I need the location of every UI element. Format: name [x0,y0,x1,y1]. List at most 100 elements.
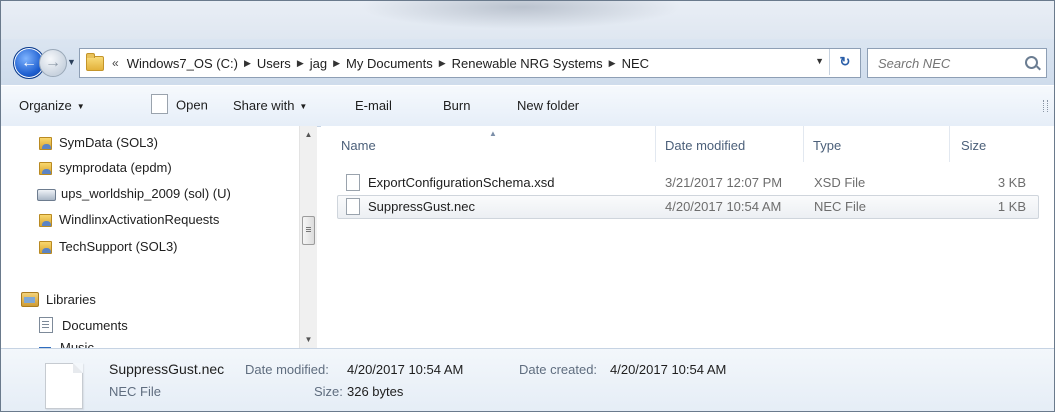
title-bar [1,1,1054,39]
nav-item-label: Documents [62,317,128,333]
new-folder-label: New folder [517,98,580,113]
details-pane: SuppressGust.nec NEC File Date modified:… [1,348,1054,411]
forward-arrow-icon: → [45,54,61,71]
scroll-down-icon[interactable]: ▼ [300,331,317,348]
nav-item-symdata[interactable]: SymData (SOL3) [39,132,158,152]
hidden-crumbs-icon[interactable]: « [108,56,123,70]
address-row: ← → ▼ « Windows7_OS (C:) ▶ Users ▶ jag ▶… [1,39,1054,85]
open-label: Open [176,97,208,113]
file-type: XSD File [814,175,866,190]
nav-item-label: WindlinxActivationRequests [59,211,220,227]
file-size: 3 KB [997,175,1026,190]
burn-label: Burn [443,98,471,113]
file-date: 3/21/2017 12:07 PM [665,175,783,190]
crumb-jag[interactable]: jag [306,56,331,71]
email-label: E-mail [355,98,392,113]
file-thumbnail-icon [45,363,83,409]
nav-item-label: symprodata (epdm) [59,159,172,175]
shared-folder-icon [39,160,52,175]
share-with-button[interactable]: Share with ▼ [233,98,307,113]
breadcrumb: « Windows7_OS (C:) ▶ Users ▶ jag ▶ My Do… [108,56,653,71]
network-drive-icon [37,189,56,201]
file-date: 4/20/2017 10:54 AM [665,199,782,214]
file-row-exportconfigurationschema[interactable]: ExportConfigurationSchema.xsd 3/21/2017 … [337,171,1039,195]
column-header-type[interactable]: Type [813,138,841,153]
search-input[interactable] [876,50,1020,76]
scroll-thumb[interactable] [302,216,315,245]
file-name: ExportConfigurationSchema.xsd [368,175,555,190]
file-icon [346,198,360,215]
nav-item-libraries[interactable]: Libraries [21,289,96,309]
search-icon[interactable] [1025,56,1038,69]
nav-item-windlinx[interactable]: WindlinxActivationRequests [39,209,219,229]
open-button[interactable]: Open [151,94,208,116]
forward-button[interactable]: → [39,49,67,77]
folder-icon [86,52,104,71]
crumb-drive[interactable]: Windows7_OS (C:) [123,56,242,71]
crumb-renewable-nrg[interactable]: Renewable NRG Systems [448,56,607,71]
nav-scrollbar[interactable]: ▲ ▼ [299,126,317,348]
crumb-users[interactable]: Users [253,56,295,71]
sort-ascending-icon: ▲ [489,129,497,138]
explorer-window: ← → ▼ « Windows7_OS (C:) ▶ Users ▶ jag ▶… [0,0,1055,412]
details-file-type: NEC File [109,384,162,399]
search-box[interactable] [867,48,1047,78]
file-icon [346,174,360,191]
shared-folder-icon [39,135,52,150]
column-header-date-modified[interactable]: Date modified [665,138,745,153]
file-name: SuppressGust.nec [368,199,475,214]
command-bar: Organize ▼ Open Share with ▼ E-mail Burn N… [1,85,1054,127]
file-type: NEC File [814,199,867,214]
file-size: 1 KB [997,199,1026,214]
file-row-suppressgust[interactable]: SuppressGust.nec 4/20/2017 10:54 AM NEC … [337,195,1039,219]
nav-item-techsupport[interactable]: TechSupport (SOL3) [39,236,178,256]
documents-icon [39,317,53,333]
nav-item-label: TechSupport (SOL3) [59,238,178,254]
new-folder-button[interactable]: New folder [517,98,579,113]
libraries-icon [21,291,39,307]
share-with-label: Share with [233,98,295,113]
details-date-modified-label: Date modified: [245,362,329,377]
details-size-value: 326 bytes [347,384,404,399]
burn-button[interactable]: Burn [443,98,470,113]
scroll-up-icon[interactable]: ▲ [300,126,317,143]
refresh-button[interactable]: ↻ [829,49,860,75]
crumb-separator-icon[interactable]: ▶ [607,58,618,69]
file-list: Name ▲ Date modified Type Size ExportCon… [321,126,1054,348]
details-size-label: Size: [314,384,343,399]
crumb-separator-icon[interactable]: ▶ [437,58,448,69]
crumb-separator-icon[interactable]: ▶ [242,58,253,69]
details-date-created-value: 4/20/2017 10:54 AM [610,362,727,377]
address-dropdown-icon[interactable]: ▼ [815,56,824,66]
chevron-down-icon: ▼ [299,102,308,111]
details-date-modified-value: 4/20/2017 10:54 AM [347,362,464,377]
navigation-pane: SymData (SOL3) symprodata (epdm) ups_wor… [1,126,317,355]
column-header-size[interactable]: Size [961,138,986,153]
nav-item-ups-worldship[interactable]: ups_worldship_2009 (sol) (U) [37,183,231,203]
organize-label: Organize [19,98,72,113]
details-date-created-label: Date created: [519,362,598,377]
column-divider[interactable] [803,126,804,162]
nav-item-symprodata[interactable]: symprodata (epdm) [39,157,172,177]
column-header-name[interactable]: Name [341,138,376,153]
email-button[interactable]: E-mail [355,98,392,113]
crumb-nec[interactable]: NEC [618,56,653,71]
document-icon [151,94,168,114]
crumb-my-documents[interactable]: My Documents [342,56,437,71]
shared-folder-icon [39,239,52,254]
organize-button[interactable]: Organize ▼ [19,98,85,113]
crumb-separator-icon[interactable]: ▶ [331,58,342,69]
crumb-separator-icon[interactable]: ▶ [295,58,306,69]
nav-item-label: ups_worldship_2009 (sol) (U) [61,185,231,201]
shared-folder-icon [39,212,52,227]
nav-item-label: Libraries [46,291,96,307]
recent-pages-dropdown-icon[interactable]: ▼ [67,57,76,67]
column-divider[interactable] [655,126,656,162]
nav-item-documents[interactable]: Documents [39,315,128,335]
details-file-name: SuppressGust.nec [109,361,225,377]
address-bar[interactable]: « Windows7_OS (C:) ▶ Users ▶ jag ▶ My Do… [79,48,861,78]
column-divider[interactable] [949,126,950,162]
chevron-down-icon: ▼ [76,102,85,111]
toolbar-overflow-icon[interactable] [1043,100,1048,112]
nav-item-label: SymData (SOL3) [59,134,158,150]
